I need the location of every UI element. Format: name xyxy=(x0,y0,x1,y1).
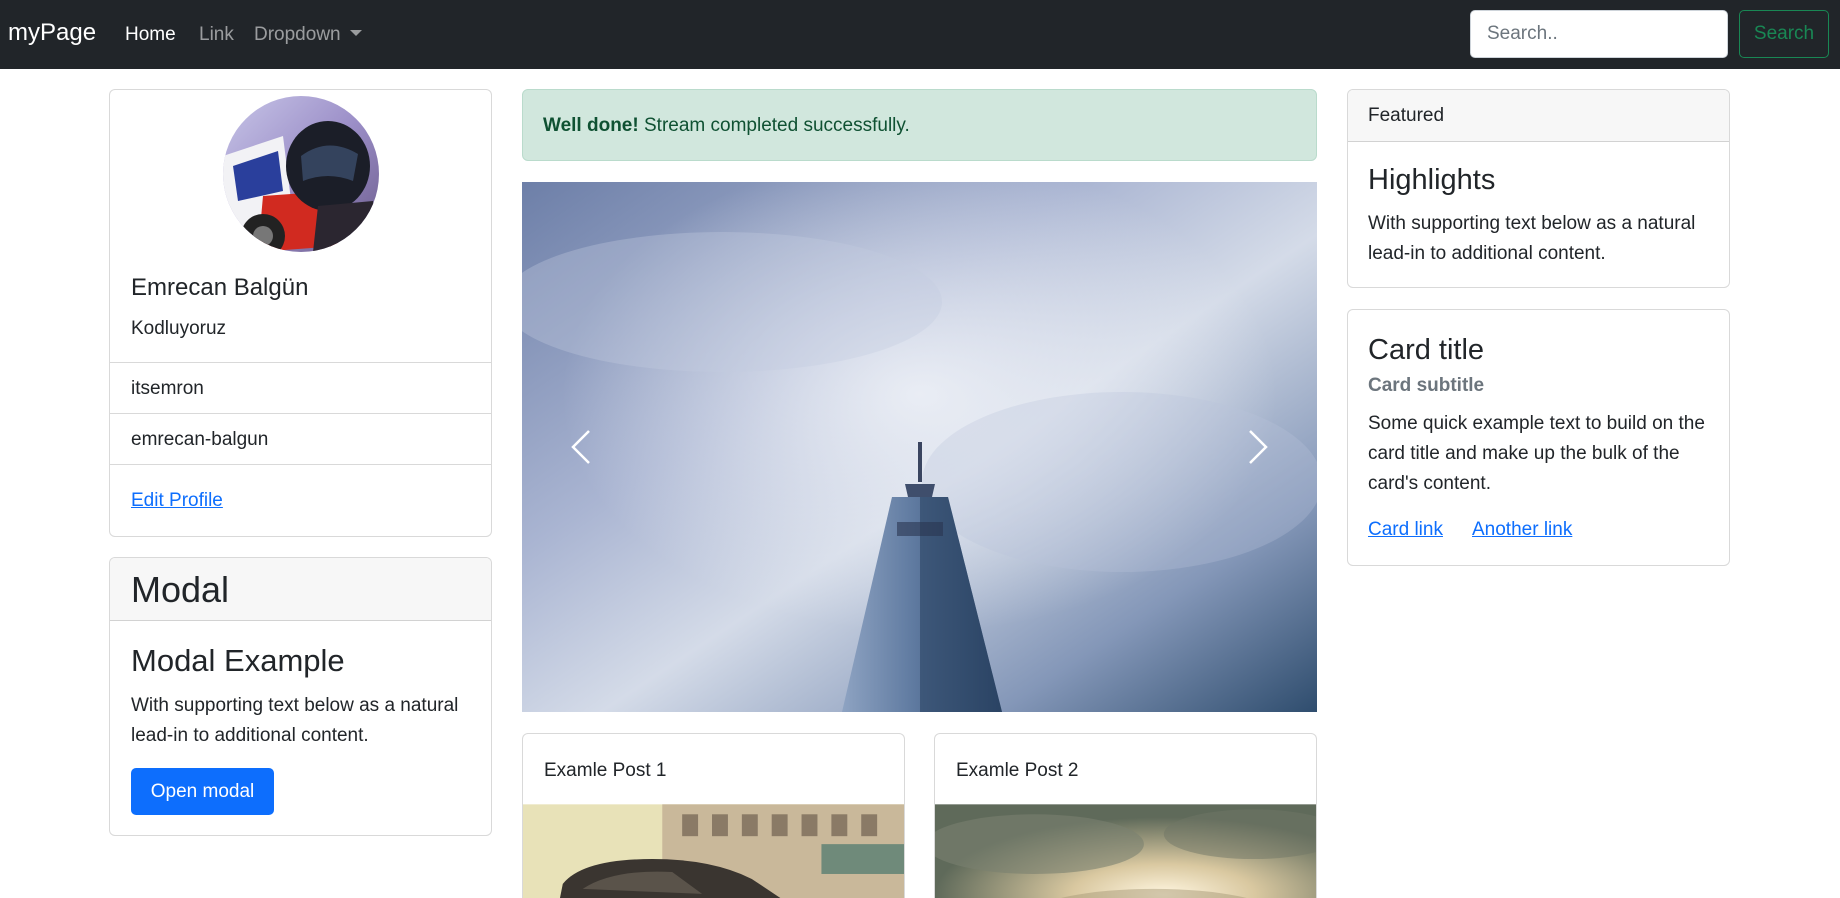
chevron-right-icon xyxy=(1249,430,1268,464)
edit-profile-link[interactable]: Edit Profile xyxy=(131,490,223,512)
post-image xyxy=(935,804,1316,898)
modal-card-title: Modal Example xyxy=(131,643,345,678)
alert-message: Stream completed successfully. xyxy=(644,115,910,136)
carousel-next-button[interactable] xyxy=(1199,182,1317,712)
modal-card-text: With supporting text below as a natural … xyxy=(131,695,459,746)
open-modal-button[interactable]: Open modal xyxy=(131,768,274,815)
card-link[interactable]: Card link xyxy=(1368,519,1443,541)
alert-strong: Well done! xyxy=(543,115,639,136)
featured-card-header: Featured xyxy=(1348,90,1729,142)
post-title: Examle Post 2 xyxy=(956,760,1079,781)
success-alert: Well done! Stream completed successfully… xyxy=(522,89,1317,161)
profile-name: Emrecan Balgün xyxy=(131,274,309,301)
another-link[interactable]: Another link xyxy=(1472,519,1572,541)
profile-subtitle: Kodluyoruz xyxy=(131,318,227,339)
featured-card-title: Highlights xyxy=(1368,164,1496,196)
profile-list-item: emrecan-balgun xyxy=(110,413,491,464)
search-button[interactable]: Search xyxy=(1739,10,1829,58)
avatar xyxy=(223,96,379,252)
nav-link-home[interactable]: Home xyxy=(125,24,176,46)
brand-logo[interactable]: myPage xyxy=(8,19,96,47)
carousel-slide-image xyxy=(522,182,1317,712)
featured-card-text: With supporting text below as a natural … xyxy=(1368,213,1696,264)
info-card-title: Card title xyxy=(1368,334,1485,366)
profile-card: Emrecan Balgün Kodluyoruz itsemron emrec… xyxy=(109,89,492,537)
profile-card-footer: Edit Profile xyxy=(110,464,491,536)
post-title: Examle Post 1 xyxy=(544,760,667,781)
info-card-subtitle: Card subtitle xyxy=(1368,375,1485,396)
chevron-down-icon xyxy=(349,30,362,37)
image-carousel xyxy=(522,182,1317,712)
search-input[interactable] xyxy=(1470,10,1728,58)
carousel-prev-button[interactable] xyxy=(522,182,640,712)
info-card-text: Some quick example text to build on the … xyxy=(1368,413,1705,494)
nav-link-link[interactable]: Link xyxy=(199,24,234,46)
nav-dropdown-toggle[interactable]: Dropdown xyxy=(254,24,362,46)
modal-card: Modal Modal Example With supporting text… xyxy=(109,557,492,836)
post-image xyxy=(523,804,904,898)
modal-card-header: Modal xyxy=(110,558,491,621)
featured-card: Featured Highlights With supporting text… xyxy=(1347,89,1730,288)
chevron-left-icon xyxy=(571,430,590,464)
nav-dropdown-label: Dropdown xyxy=(254,24,341,45)
post-card: Examle Post 2 xyxy=(934,733,1317,898)
profile-list-item: itsemron xyxy=(110,362,491,413)
info-card: Card title Card subtitle Some quick exam… xyxy=(1347,309,1730,566)
top-navbar: myPage Home Link Dropdown Search xyxy=(0,0,1840,69)
post-card: Examle Post 1 xyxy=(522,733,905,898)
